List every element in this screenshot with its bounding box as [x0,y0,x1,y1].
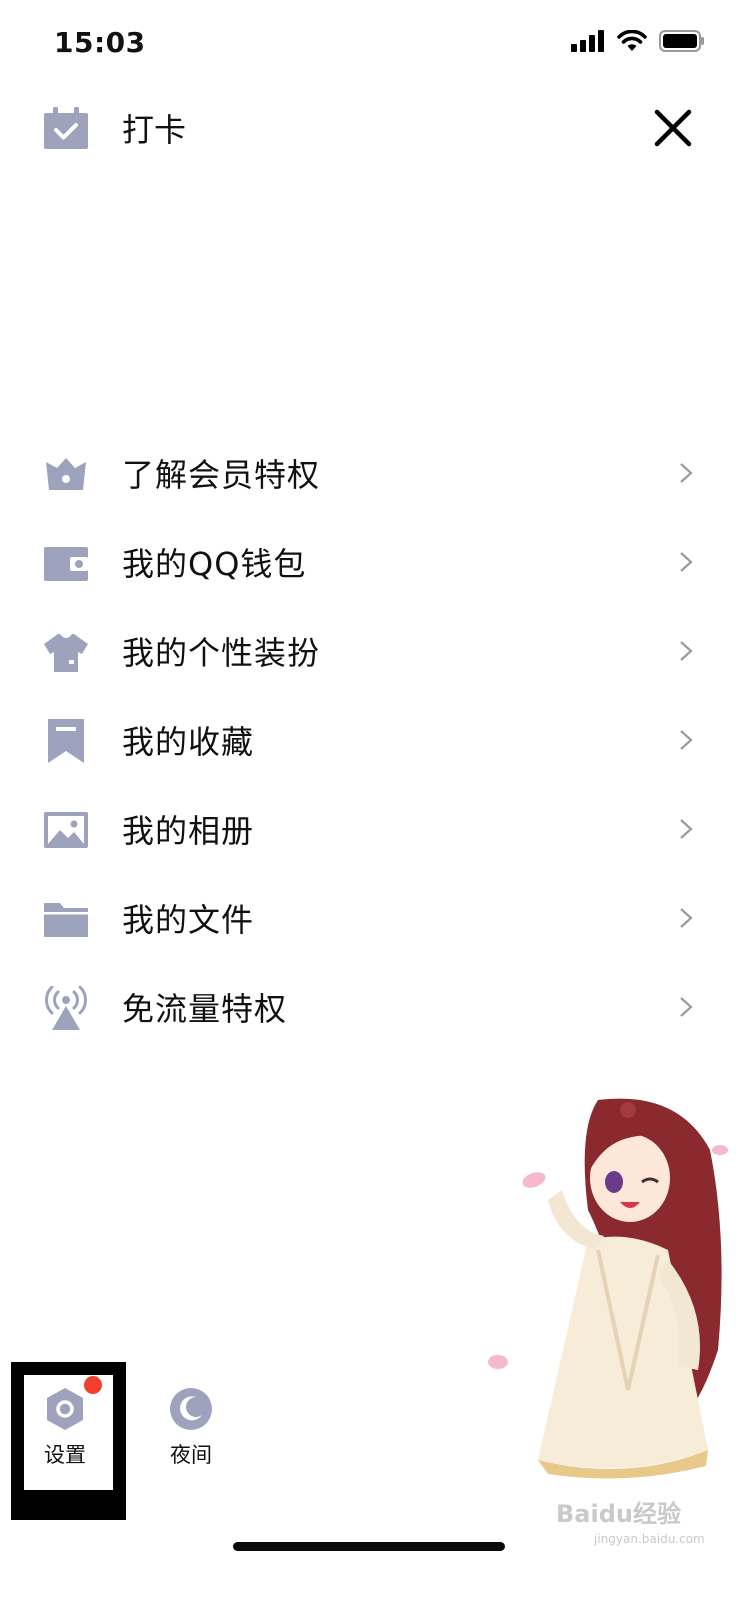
menu-item-label: 了解会员特权 [122,456,321,494]
calendar-check-icon [44,107,88,149]
menu-item-qq-wallet[interactable]: 我的QQ钱包 [0,517,739,607]
menu-item-free-data[interactable]: 免流量特权 [0,962,739,1052]
menu-item-label: 我的QQ钱包 [122,545,307,583]
checkin-label: 打卡 [122,111,187,149]
close-icon [654,109,692,147]
status-icons [571,30,705,52]
checkin-button[interactable]: 打卡 [44,104,186,152]
chevron-right-icon [680,819,693,839]
close-button[interactable] [649,104,697,152]
menu-item-photo-album[interactable]: 我的相册 [0,784,739,874]
chevron-right-icon [680,463,693,483]
bookmark-icon [48,719,84,763]
settings-label: 设置 [44,1443,86,1467]
menu-item-files[interactable]: 我的文件 [0,873,739,963]
status-time: 15:03 [54,26,146,59]
settings-button[interactable]: 设置 [30,1387,100,1469]
night-mode-label: 夜间 [170,1443,212,1467]
battery-icon [659,30,704,52]
wifi-icon [617,30,647,51]
menu-item-label: 我的相册 [122,812,255,850]
menu-item-favorites[interactable]: 我的收藏 [0,695,739,785]
night-mode-button[interactable]: 夜间 [156,1387,226,1469]
signal-tower-icon [45,986,87,1030]
status-bar: 15:03 [0,0,739,90]
gear-icon [47,1388,83,1430]
chevron-right-icon [680,552,693,572]
chevron-right-icon [680,997,693,1017]
character-illustration [488,1098,728,1479]
menu-item-label: 我的收藏 [122,723,255,761]
home-indicator[interactable] [233,1542,505,1551]
folder-icon [44,903,88,937]
notification-badge [84,1376,102,1394]
menu-item-label: 免流量特权 [122,990,288,1028]
watermark-url: jingyan.baidu.com [594,1532,705,1546]
menu-item-vip-privileges[interactable]: 了解会员特权 [0,428,739,518]
menu-item-personal-style[interactable]: 我的个性装扮 [0,606,739,696]
photo-icon [44,812,88,848]
chevron-right-icon [680,641,693,661]
moon-icon [170,1388,212,1430]
watermark-logo: Baidu经验 [556,1500,681,1528]
chevron-right-icon [680,908,693,928]
wallet-icon [44,547,88,581]
cellular-signal-icon [571,30,604,52]
crown-icon [46,458,86,490]
menu-item-label: 我的个性装扮 [122,634,321,672]
chevron-right-icon [680,730,693,750]
menu-item-label: 我的文件 [122,901,255,939]
shirt-icon [44,634,88,672]
